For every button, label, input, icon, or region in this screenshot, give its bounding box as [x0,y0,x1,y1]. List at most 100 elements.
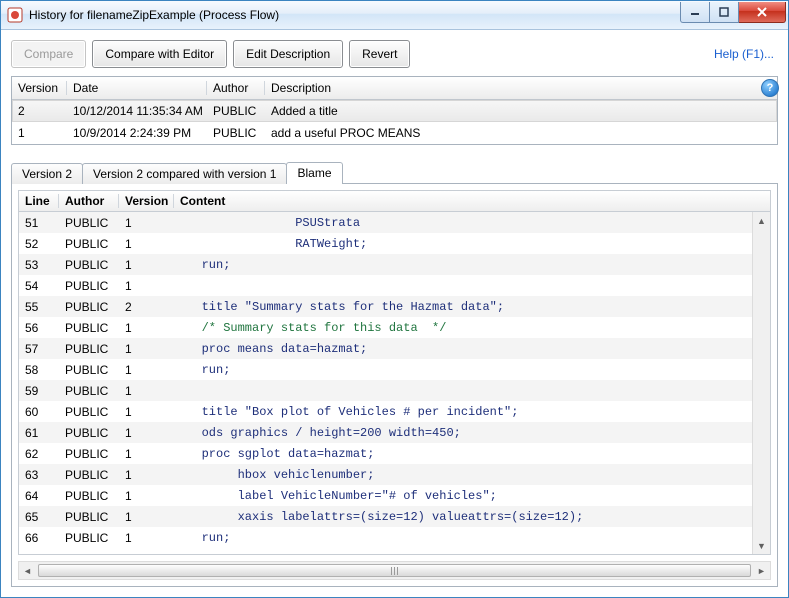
versions-grid: ? Version Date Author Description 210/12… [11,76,778,145]
blame-header-line[interactable]: Line [19,194,59,208]
blame-grid: Line Author Version Content 51PUBLIC1 PS… [18,190,771,555]
blame-author-cell: PUBLIC [59,384,119,398]
blame-line-cell: 60 [19,405,59,419]
blame-header-version[interactable]: Version [119,194,174,208]
blame-row[interactable]: 65PUBLIC1 xaxis labelattrs=(size=12) val… [19,506,752,527]
maximize-button[interactable] [710,2,739,23]
blame-row[interactable]: 66PUBLIC1 run; [19,527,752,548]
blame-content-cell: title "Box plot of Vehicles # per incide… [174,405,752,419]
versions-header-row: Version Date Author Description [12,77,777,100]
compare-button[interactable]: Compare [11,40,86,68]
blame-line-cell: 54 [19,279,59,293]
blame-horizontal-scrollbar[interactable]: ◄ ► [18,561,771,580]
blame-line-cell: 64 [19,489,59,503]
blame-header-content[interactable]: Content [174,194,770,208]
date-cell: 10/12/2014 11:35:34 AM [67,104,207,118]
blame-line-cell: 62 [19,447,59,461]
history-window: History for filenameZipExample (Process … [0,0,789,598]
blame-author-cell: PUBLIC [59,279,119,293]
blame-content-cell: xaxis labelattrs=(size=12) valueattrs=(s… [174,510,752,524]
edit-description-button[interactable]: Edit Description [233,40,343,68]
blame-header-author[interactable]: Author [59,194,119,208]
versions-header-description[interactable]: Description [265,81,777,95]
scroll-down-icon[interactable]: ▼ [753,537,770,554]
blame-line-cell: 57 [19,342,59,356]
blame-row[interactable]: 61PUBLIC1 ods graphics / height=200 widt… [19,422,752,443]
blame-body: 51PUBLIC1 PSUStrata52PUBLIC1 RATWeight;5… [19,212,752,554]
blame-line-cell: 61 [19,426,59,440]
blame-line-cell: 59 [19,384,59,398]
scroll-right-icon[interactable]: ► [753,562,770,579]
blame-row[interactable]: 56PUBLIC1 /* Summary stats for this data… [19,317,752,338]
blame-content-cell: ods graphics / height=200 width=450; [174,426,752,440]
tab[interactable]: Blame [286,162,342,184]
revert-button[interactable]: Revert [349,40,410,68]
blame-line-cell: 52 [19,237,59,251]
blame-version-cell: 1 [119,405,174,419]
minimize-button[interactable] [680,2,710,23]
scroll-up-icon[interactable]: ▲ [753,212,770,229]
blame-line-cell: 53 [19,258,59,272]
blame-line-cell: 58 [19,363,59,377]
blame-author-cell: PUBLIC [59,363,119,377]
blame-row[interactable]: 52PUBLIC1 RATWeight; [19,233,752,254]
blame-row[interactable]: 55PUBLIC2 title "Summary stats for the H… [19,296,752,317]
versions-header-date[interactable]: Date [67,81,207,95]
scroll-left-icon[interactable]: ◄ [19,562,36,579]
blame-line-cell: 65 [19,510,59,524]
blame-author-cell: PUBLIC [59,216,119,230]
versions-row[interactable]: 110/9/2014 2:24:39 PMPUBLICadd a useful … [12,122,777,144]
blame-version-cell: 1 [119,426,174,440]
date-cell: 10/9/2014 2:24:39 PM [67,126,207,140]
app-icon [7,7,23,23]
blame-content-cell: PSUStrata [174,216,752,230]
blame-row[interactable]: 64PUBLIC1 label VehicleNumber="# of vehi… [19,485,752,506]
blame-vertical-scrollbar[interactable]: ▲ ▼ [752,212,770,554]
versions-header-version[interactable]: Version [12,81,67,95]
blame-version-cell: 1 [119,216,174,230]
blame-version-cell: 1 [119,258,174,272]
tab[interactable]: Version 2 compared with version 1 [82,163,287,184]
blame-row[interactable]: 60PUBLIC1 title "Box plot of Vehicles # … [19,401,752,422]
versions-row[interactable]: 210/12/2014 11:35:34 AMPUBLICAdded a tit… [12,100,777,122]
description-cell: Added a title [265,104,777,118]
blame-author-cell: PUBLIC [59,468,119,482]
blame-author-cell: PUBLIC [59,489,119,503]
blame-version-cell: 1 [119,342,174,356]
blame-line-cell: 56 [19,321,59,335]
author-cell: PUBLIC [207,126,265,140]
blame-row[interactable]: 54PUBLIC1 [19,275,752,296]
help-link[interactable]: Help (F1)... [714,47,778,61]
blame-row[interactable]: 51PUBLIC1 PSUStrata [19,212,752,233]
blame-content-cell: hbox vehiclenumber; [174,468,752,482]
versions-header-author[interactable]: Author [207,81,265,95]
description-cell: add a useful PROC MEANS [265,126,777,140]
blame-line-cell: 66 [19,531,59,545]
close-button[interactable] [739,2,786,23]
compare-with-editor-button[interactable]: Compare with Editor [92,40,227,68]
blame-author-cell: PUBLIC [59,237,119,251]
blame-row[interactable]: 58PUBLIC1 run; [19,359,752,380]
blame-row[interactable]: 59PUBLIC1 [19,380,752,401]
blame-version-cell: 1 [119,468,174,482]
blame-line-cell: 55 [19,300,59,314]
blame-content-cell: run; [174,363,752,377]
author-cell: PUBLIC [207,104,265,118]
blame-author-cell: PUBLIC [59,531,119,545]
titlebar: History for filenameZipExample (Process … [1,1,788,30]
blame-content-cell: run; [174,531,752,545]
blame-panel: Line Author Version Content 51PUBLIC1 PS… [11,183,778,587]
context-help-icon[interactable]: ? [761,79,779,97]
blame-content-cell: run; [174,258,752,272]
blame-row[interactable]: 53PUBLIC1 run; [19,254,752,275]
blame-row[interactable]: 63PUBLIC1 hbox vehiclenumber; [19,464,752,485]
blame-row[interactable]: 57PUBLIC1 proc means data=hazmat; [19,338,752,359]
blame-author-cell: PUBLIC [59,321,119,335]
version-cell: 2 [12,104,67,118]
tab[interactable]: Version 2 [11,163,83,184]
blame-version-cell: 1 [119,531,174,545]
blame-content-cell: label VehicleNumber="# of vehicles"; [174,489,752,503]
blame-content-cell: RATWeight; [174,237,752,251]
blame-author-cell: PUBLIC [59,426,119,440]
blame-row[interactable]: 62PUBLIC1 proc sgplot data=hazmat; [19,443,752,464]
